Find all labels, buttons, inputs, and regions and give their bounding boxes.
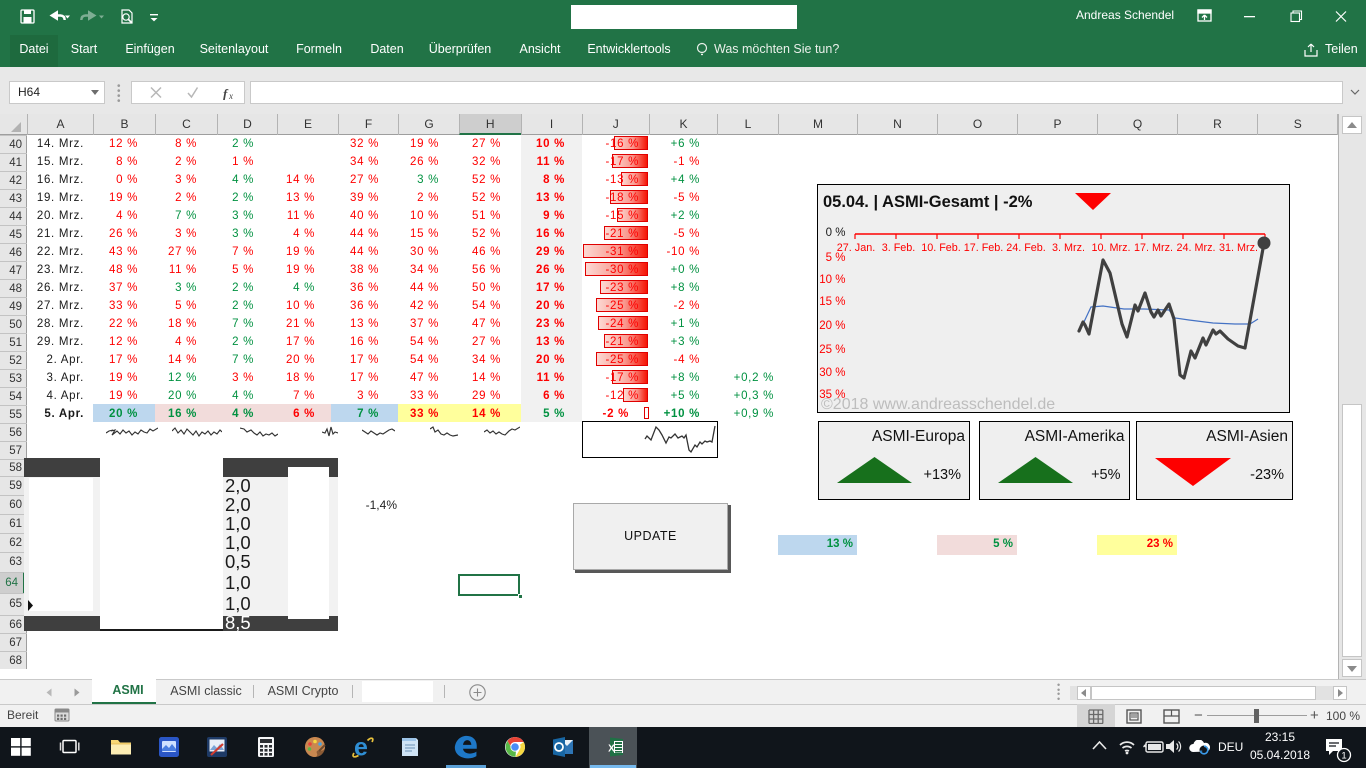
svg-text:x: x <box>228 91 233 100</box>
svg-text:X: X <box>608 744 615 755</box>
svg-text:1: 1 <box>1341 751 1346 762</box>
svg-text:e: e <box>354 735 368 759</box>
